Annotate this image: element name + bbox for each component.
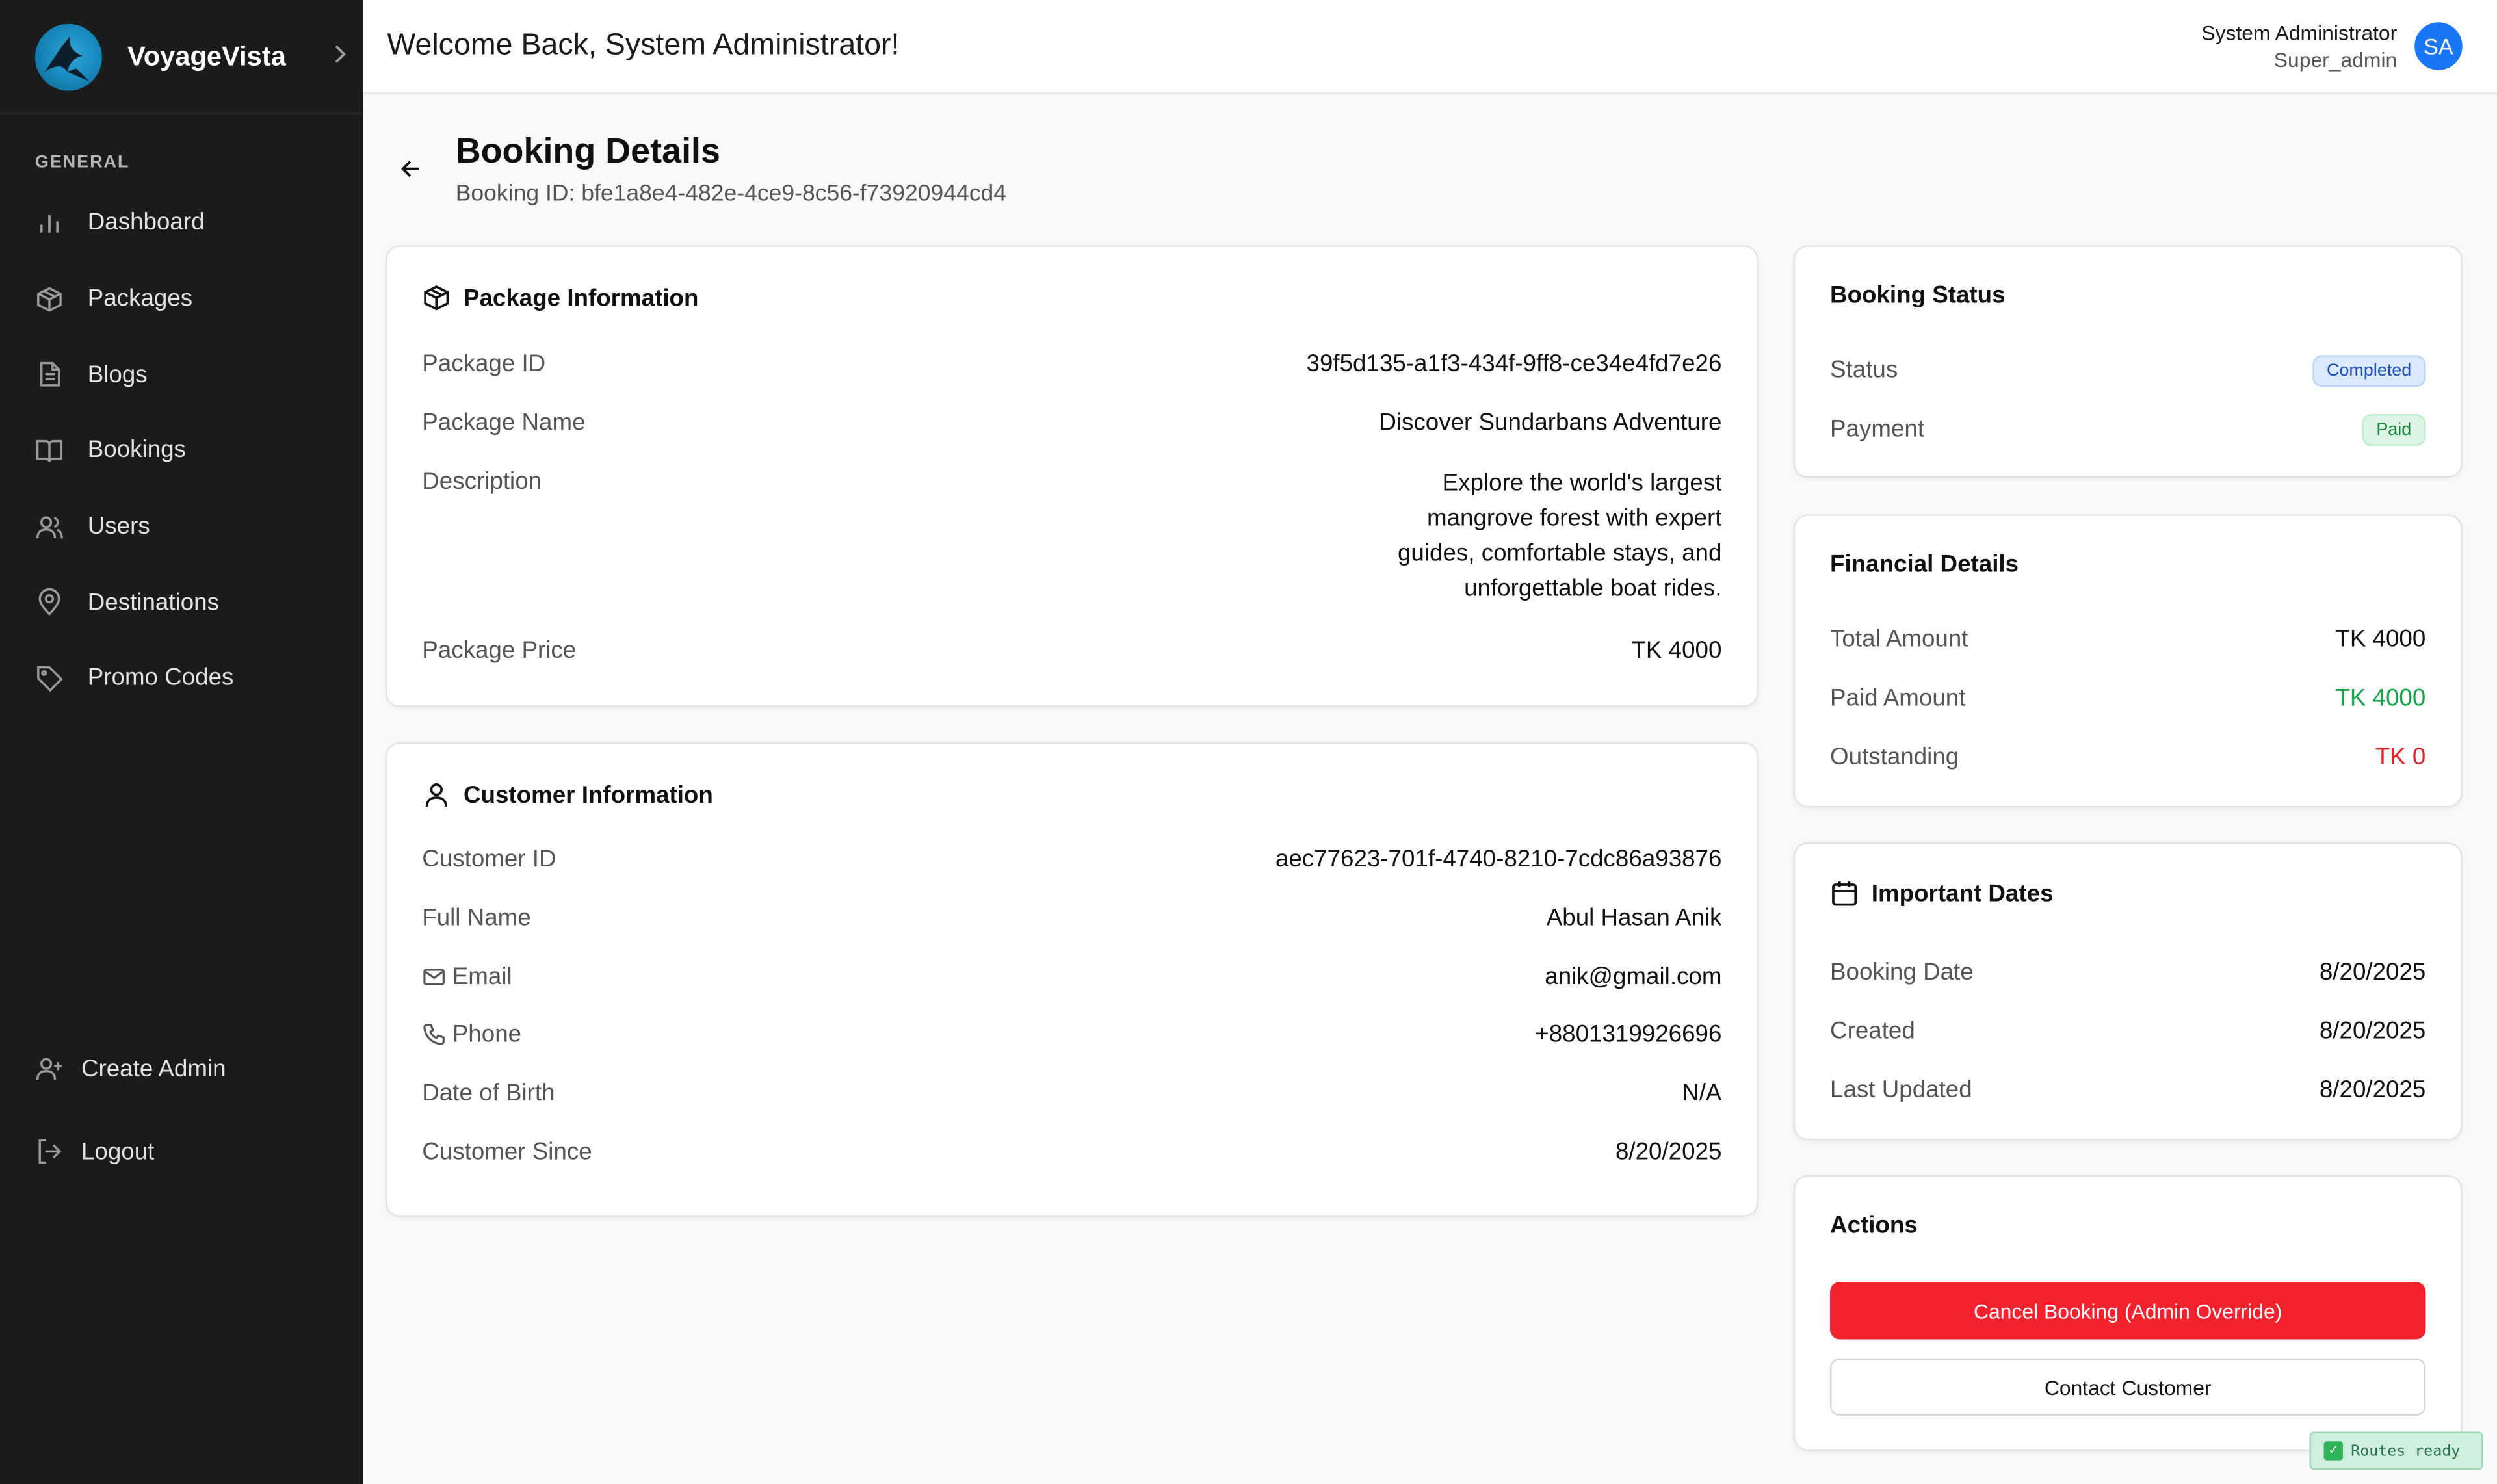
status-badge: Completed (2312, 354, 2426, 387)
brand-name: VoyageVista (127, 40, 286, 72)
sidebar-item-label: Logout (81, 1138, 155, 1165)
user-plus-icon (35, 1054, 64, 1083)
total-amount-row: Total Amount TK 4000 (1830, 625, 2426, 653)
phone-row: Phone +8801319926696 (422, 1021, 1721, 1080)
sidebar-item-create-admin[interactable]: Create Admin (0, 1027, 363, 1110)
customer-id-row: Customer ID aec77623-701f-4740-8210-7cdc… (422, 845, 1722, 873)
sidebar-item-destinations[interactable]: Destinations (0, 564, 363, 640)
payment-row: Payment Paid (1830, 400, 2426, 459)
sidebar-item-promo-codes[interactable]: Promo Codes (0, 640, 363, 716)
package-information-card: Package Information Package ID 39f5d135-… (385, 245, 1758, 707)
mail-icon (422, 965, 446, 989)
customer-details: Customer ID aec77623-701f-4740-8210-7cdc… (422, 846, 1721, 1197)
map-pin-icon (35, 588, 64, 617)
user-role: Super_admin (2273, 47, 2398, 72)
sidebar: VoyageVista GENERAL Dashboard Packages B… (0, 0, 363, 1484)
package-id-row: Package ID 39f5d135-a1f3-434f-9ff8-ce34e… (422, 350, 1722, 378)
user-menu[interactable]: System Administrator Super_admin SA (2201, 21, 2463, 72)
avatar[interactable]: SA (2414, 22, 2463, 70)
brand-logo (34, 23, 102, 90)
bar-chart-icon (35, 209, 64, 237)
file-text-icon (35, 360, 64, 389)
contact-customer-button[interactable]: Contact Customer (1830, 1358, 2426, 1416)
cancel-booking-button[interactable]: Cancel Booking (Admin Override) (1830, 1282, 2426, 1340)
booking-id: Booking ID: bfe1a8e4-482e-4ce9-8c56-f739… (455, 181, 1007, 207)
book-open-icon (35, 436, 64, 465)
sidebar-item-label: Packages (87, 285, 193, 313)
phone-icon (422, 1023, 446, 1047)
customer-since-row: Customer Since 8/20/2025 (422, 1138, 1722, 1166)
paid-amount-row: Paid Amount TK 4000 (1830, 684, 2426, 712)
sidebar-item-packages[interactable]: Packages (0, 261, 363, 337)
sidebar-item-label: Blogs (87, 361, 148, 389)
user-icon (422, 781, 451, 809)
sidebar-item-dashboard[interactable]: Dashboard (0, 185, 363, 261)
card-title: Package Information (422, 283, 1721, 312)
package-details: Package ID 39f5d135-a1f3-434f-9ff8-ce34e… (422, 349, 1721, 666)
user-name: System Administrator (2201, 20, 2398, 45)
users-icon (35, 512, 64, 541)
full-name-row: Full Name Abul Hasan Anik (422, 904, 1722, 931)
page-header: Booking Details Booking ID: bfe1a8e4-482… (395, 131, 1006, 207)
sidebar-item-label: Destinations (87, 588, 219, 616)
section-label-general: GENERAL (34, 153, 130, 172)
status-row: Status Completed (1830, 341, 2426, 400)
card-title: Important Dates (1830, 879, 2425, 907)
date-of-birth-row: Date of Birth N/A (422, 1080, 1722, 1108)
package-icon (35, 284, 64, 313)
back-arrow-icon[interactable] (395, 153, 427, 185)
important-dates-card: Important Dates Booking Date 8/20/2025 C… (1793, 842, 2463, 1141)
created-row: Created 8/20/2025 (1830, 1017, 2426, 1045)
booking-status-card: Booking Status Status Completed Payment … (1793, 245, 2463, 478)
sidebar-item-label: Bookings (87, 437, 186, 464)
sidebar-item-label: Promo Codes (87, 664, 234, 692)
card-title: Actions (1830, 1212, 1918, 1240)
sidebar-item-label: Create Admin (81, 1055, 226, 1082)
brand[interactable]: VoyageVista (0, 0, 363, 115)
sidebar-nav: Dashboard Packages Blogs Bookings Users … (0, 185, 363, 716)
sidebar-item-logout[interactable]: Logout (0, 1110, 363, 1193)
actions-card: Actions Cancel Booking (Admin Override) … (1793, 1175, 2463, 1451)
routes-ready-toast: ✓ Routes ready (2309, 1431, 2483, 1470)
payment-badge: Paid (2362, 413, 2426, 445)
package-description-row: Description Explore the world's largest … (422, 468, 1722, 603)
tag-icon (35, 664, 64, 693)
email-row: Email anik@gmail.com (422, 963, 1721, 1021)
page-title: Booking Details (455, 130, 721, 171)
sidebar-bottom: Create Admin Logout (0, 1027, 363, 1193)
calendar-icon (1830, 879, 1859, 907)
sidebar-item-bookings[interactable]: Bookings (0, 413, 363, 489)
card-title: Booking Status (1830, 281, 2006, 309)
top-header: Welcome Back, System Administrator! Syst… (363, 0, 2497, 94)
checkmark-icon: ✓ (2323, 1441, 2343, 1461)
card-title: Financial Details (1830, 551, 2019, 579)
financial-details-card: Financial Details Total Amount TK 4000 P… (1793, 514, 2463, 808)
sidebar-item-users[interactable]: Users (0, 489, 363, 565)
sidebar-item-label: Users (87, 513, 150, 540)
last-updated-row: Last Updated 8/20/2025 (1830, 1076, 2426, 1104)
chevron-right-icon[interactable] (332, 43, 348, 70)
card-title: Customer Information (422, 781, 1721, 809)
user-info: System Administrator Super_admin (2201, 21, 2397, 72)
sidebar-item-label: Dashboard (87, 209, 205, 237)
package-price-row: Package Price TK 4000 (422, 637, 1722, 664)
outstanding-row: Outstanding TK 0 (1830, 744, 2426, 771)
logout-icon (35, 1137, 64, 1165)
package-icon (422, 283, 451, 312)
welcome-message: Welcome Back, System Administrator! (387, 29, 900, 62)
package-name-row: Package Name Discover Sundarbans Adventu… (422, 409, 1722, 437)
customer-information-card: Customer Information Customer ID aec7762… (385, 742, 1758, 1217)
sidebar-item-blogs[interactable]: Blogs (0, 337, 363, 413)
booking-date-row: Booking Date 8/20/2025 (1830, 958, 2426, 986)
